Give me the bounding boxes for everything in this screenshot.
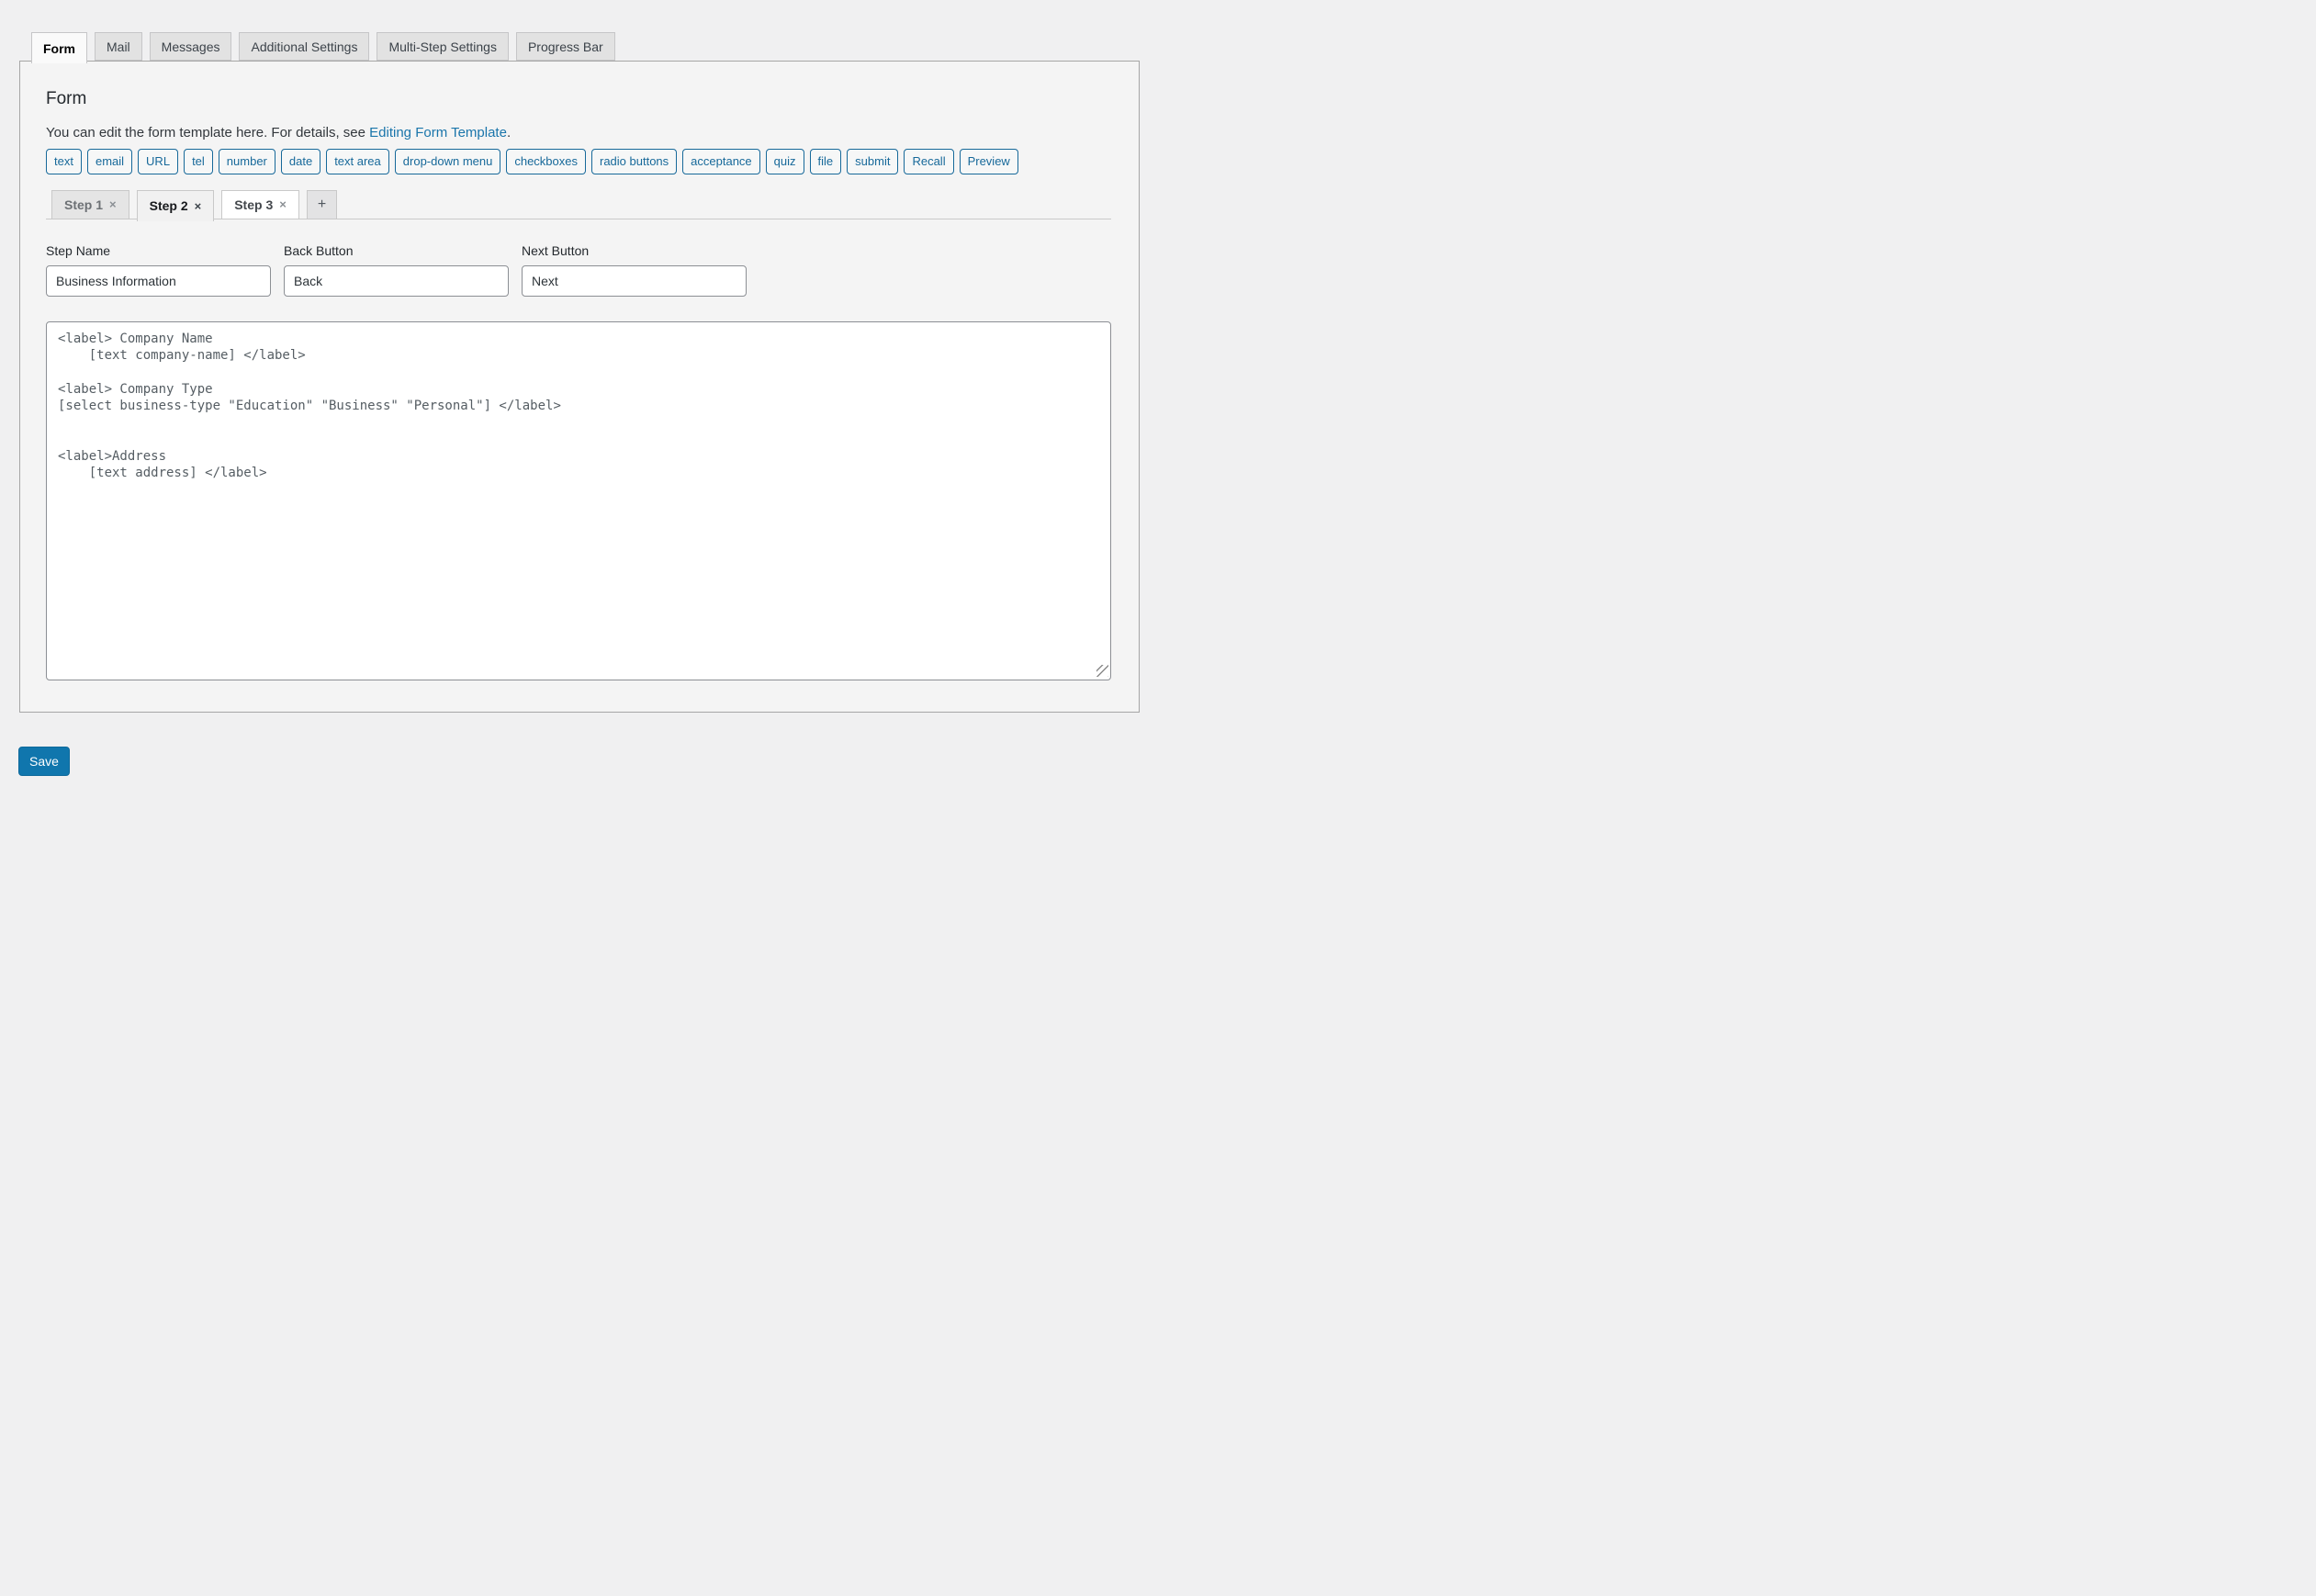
tag-button-text[interactable]: text <box>46 148 82 174</box>
step-tab-2[interactable]: Step 2 × <box>136 189 215 221</box>
step-tab-1-label: Step 1 <box>64 197 104 212</box>
step-name-input[interactable] <box>46 264 271 297</box>
tag-button-file[interactable]: file <box>809 148 842 174</box>
tag-button-recall[interactable]: Recall <box>904 148 954 174</box>
tab-additional-settings[interactable]: Additional Settings <box>239 32 370 61</box>
multistep-form-editor-screen: Form Mail Messages Additional Settings M… <box>0 32 1158 830</box>
save-button[interactable]: Save <box>18 747 70 776</box>
tag-button-number[interactable]: number <box>218 148 275 174</box>
tab-progress-bar[interactable]: Progress Bar <box>515 32 615 61</box>
back-button-input[interactable] <box>284 264 509 297</box>
panel-title: Form <box>46 89 87 108</box>
tag-button-url[interactable]: URL <box>138 148 179 174</box>
step-name-label: Step Name <box>46 242 111 258</box>
tag-button-quiz[interactable]: quiz <box>765 148 804 174</box>
back-button-field-group: Back Button <box>284 243 509 297</box>
editor-tab-bar: Form Mail Messages Additional Settings M… <box>19 32 1158 63</box>
tab-multi-step-settings[interactable]: Multi-Step Settings <box>377 32 509 61</box>
form-template-editor[interactable]: <label> Company Name [text company-name]… <box>46 320 1111 680</box>
textarea-resize-handle-icon[interactable] <box>1096 664 1108 677</box>
tag-button-preview[interactable]: Preview <box>959 148 1018 174</box>
form-panel: Form You can edit the form template here… <box>19 61 1140 713</box>
step-tab-1[interactable]: Step 1 × <box>51 189 129 219</box>
next-button-field-group: Next Button <box>522 243 747 297</box>
back-button-label: Back Button <box>284 242 354 258</box>
next-button-input[interactable] <box>522 264 747 297</box>
step-tab-2-label: Step 2 <box>149 198 188 214</box>
add-step-button[interactable]: + <box>306 189 338 219</box>
tag-button-submit[interactable]: submit <box>847 148 899 174</box>
step-2-close-icon[interactable]: × <box>195 199 202 213</box>
tag-button-drop-down-menu[interactable]: drop-down menu <box>394 148 501 174</box>
editing-form-template-link[interactable]: Editing Form Template <box>369 125 507 140</box>
tab-messages[interactable]: Messages <box>149 32 232 61</box>
step-tab-bar: Step 1 × Step 2 × Step 3 × + <box>46 187 1111 221</box>
tag-button-text-area[interactable]: text area <box>326 148 389 174</box>
description-text: You can edit the form template here. For… <box>46 124 370 140</box>
tag-button-tel[interactable]: tel <box>184 148 213 174</box>
step-settings-row: Step Name Back Button Next Button <box>46 243 1111 297</box>
step-name-field-group: Step Name <box>46 243 271 297</box>
step-1-close-icon[interactable]: × <box>109 197 117 211</box>
description-period: . <box>506 124 512 140</box>
tag-button-checkboxes[interactable]: checkboxes <box>506 148 586 174</box>
step-tab-3-label: Step 3 <box>234 197 274 212</box>
form-template-container: <label> Company Name [text company-name]… <box>46 320 1111 680</box>
tag-button-date[interactable]: date <box>280 148 321 174</box>
next-button-label: Next Button <box>522 242 590 258</box>
panel-description: You can edit the form template here. For… <box>46 125 1111 140</box>
step-tab-3[interactable]: Step 3 × <box>221 189 299 219</box>
tab-form[interactable]: Form <box>31 32 87 63</box>
tag-button-email[interactable]: email <box>86 148 133 174</box>
tag-button-acceptance[interactable]: acceptance <box>682 148 760 174</box>
tag-button-radio-buttons[interactable]: radio buttons <box>591 148 678 174</box>
tab-mail[interactable]: Mail <box>95 32 142 61</box>
tag-generator-row: text email URL tel number date text area… <box>46 148 1111 174</box>
step-3-close-icon[interactable]: × <box>279 197 287 211</box>
